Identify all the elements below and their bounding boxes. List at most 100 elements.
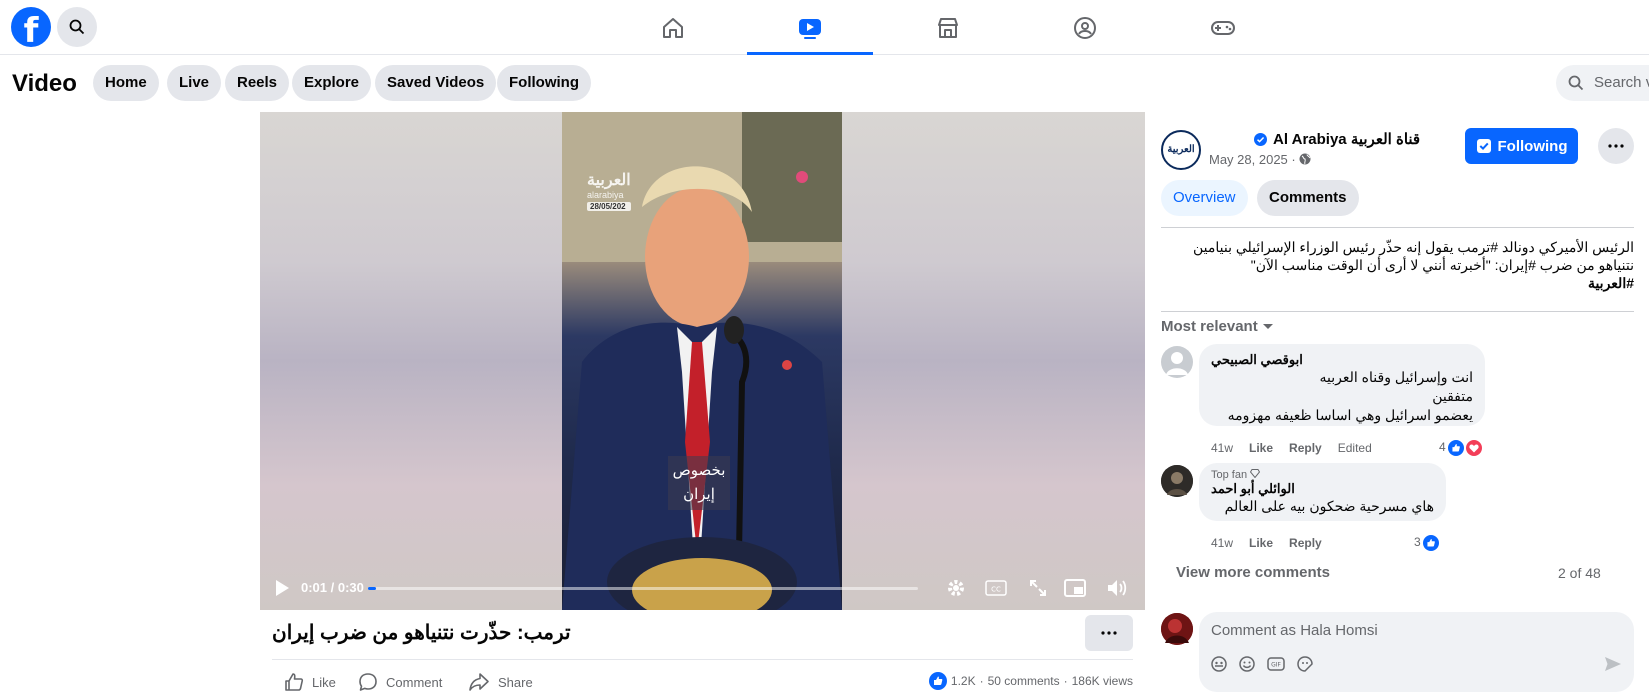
- watermark-sub: alarabiya: [587, 190, 624, 200]
- sticker-icon[interactable]: [1297, 656, 1313, 672]
- more-dots-icon: [1608, 144, 1624, 148]
- page-avatar[interactable]: العربية: [1161, 130, 1201, 170]
- diamond-icon: [1250, 469, 1261, 479]
- pill-home[interactable]: Home: [93, 65, 159, 101]
- marketplace-icon: [938, 17, 958, 38]
- comment-edited[interactable]: Edited: [1338, 441, 1372, 455]
- pill-live[interactable]: Live: [167, 65, 222, 101]
- search-videos-input[interactable]: Search vi: [1556, 65, 1649, 101]
- page-more-button[interactable]: [1598, 128, 1634, 164]
- comment-like-button[interactable]: Like: [1249, 536, 1273, 550]
- svg-text:GIF: GIF: [1271, 662, 1281, 669]
- comments-count[interactable]: 50 comments: [988, 674, 1060, 688]
- groups-icon: [1074, 16, 1096, 39]
- comment-icon: [359, 673, 377, 691]
- comment-label: Comment: [386, 674, 443, 690]
- description-hashtag[interactable]: #العربية: [1161, 274, 1634, 292]
- post-actions: Like Comment Share 1.2K · 50 comments · …: [272, 659, 1133, 695]
- right-panel: العربية Al Arabiya قناة العربية May 28, …: [1146, 112, 1649, 695]
- commenter-avatar[interactable]: [1161, 346, 1193, 378]
- comments-pagination: 2 of 48: [1558, 565, 1601, 581]
- comment-reaction-count: 3: [1414, 535, 1421, 549]
- comment-like-button[interactable]: Like: [1249, 441, 1273, 455]
- composer-input[interactable]: Comment as Hala Homsi: [1211, 622, 1378, 639]
- tab-overview[interactable]: Overview: [1161, 180, 1248, 216]
- comment-age[interactable]: 41w: [1211, 441, 1233, 455]
- nav-home[interactable]: [610, 0, 736, 55]
- commenter-name[interactable]: ابوقصي الصبيحي: [1211, 352, 1473, 368]
- nav-gaming[interactable]: [1160, 0, 1286, 55]
- avatar-photo: [1161, 465, 1193, 497]
- comment-button[interactable]: Comment: [358, 672, 442, 692]
- globe-icon: [1299, 153, 1311, 165]
- comment-reactions[interactable]: 4: [1439, 440, 1482, 456]
- share-button[interactable]: Share: [468, 672, 533, 692]
- commenter-avatar[interactable]: [1161, 465, 1193, 497]
- pill-following[interactable]: Following: [497, 65, 591, 101]
- gaming-icon: [1211, 20, 1235, 35]
- stats-separator: ·: [979, 674, 984, 688]
- nav-groups[interactable]: [1022, 0, 1148, 55]
- gif-icon[interactable]: GIF: [1267, 656, 1285, 672]
- tab-comments[interactable]: Comments: [1257, 180, 1359, 216]
- video-icon: [799, 18, 821, 39]
- comment-line: يعضمو اسرائيل وهي اساسا ظعيفه مهزومه: [1227, 407, 1473, 423]
- facebook-logo[interactable]: f: [11, 7, 51, 47]
- like-reaction-icon: [1422, 535, 1439, 551]
- video-caption: بخصوص إيران: [668, 456, 730, 510]
- top-fan-label: Top fan: [1211, 469, 1248, 481]
- like-button[interactable]: Like: [284, 672, 336, 692]
- volume-icon[interactable]: [1106, 578, 1128, 598]
- post-stats: 1.2K · 50 comments · 186K views: [928, 672, 1133, 690]
- post-more-button[interactable]: [1085, 615, 1133, 651]
- nav-marketplace[interactable]: [885, 0, 1011, 55]
- comment-reactions[interactable]: 3: [1414, 535, 1439, 551]
- top-navbar: f: [0, 0, 1649, 55]
- reactions-count[interactable]: 1.2K: [951, 674, 976, 688]
- send-icon[interactable]: [1604, 656, 1622, 672]
- fullscreen-icon[interactable]: [1029, 579, 1047, 597]
- chevron-down-icon: [1262, 324, 1273, 329]
- play-icon[interactable]: [274, 579, 290, 597]
- settings-icon[interactable]: [946, 578, 966, 598]
- comment-line: انت وإسرائيل وقناه العربيه: [1319, 369, 1473, 385]
- video-controls: 0:01 / 0:30 CC: [260, 566, 1145, 610]
- nav-video[interactable]: [747, 0, 873, 55]
- post-date-text[interactable]: May 28, 2025 ·: [1209, 152, 1296, 167]
- comment-line: متفقين: [1432, 388, 1473, 404]
- search-button[interactable]: [57, 7, 97, 47]
- page-name[interactable]: Al Arabiya قناة العربية: [1254, 130, 1420, 148]
- view-more-comments[interactable]: View more comments: [1176, 564, 1330, 581]
- commenter-name[interactable]: الوائلي أبو احمد: [1211, 481, 1434, 497]
- pill-explore[interactable]: Explore: [292, 65, 372, 101]
- progress-bar[interactable]: [368, 587, 918, 590]
- like-reaction-icon: [928, 672, 947, 690]
- following-button[interactable]: Following: [1465, 128, 1578, 164]
- my-avatar[interactable]: [1161, 613, 1193, 645]
- pip-icon[interactable]: [1064, 579, 1086, 597]
- comment-reaction-count: 4: [1439, 440, 1446, 454]
- page-name-text[interactable]: Al Arabiya قناة العربية: [1273, 130, 1420, 148]
- search-icon: [69, 19, 85, 35]
- page-title: Video: [12, 70, 77, 97]
- comment-composer[interactable]: Comment as Hala Homsi GIF: [1199, 612, 1634, 692]
- avatar-sticker-icon[interactable]: [1211, 656, 1227, 672]
- caption-line-1: بخصوص: [672, 462, 726, 479]
- description-line-2: نتنياهو من ضرب #إيران: "أخبرته أنني لا أ…: [1250, 257, 1634, 273]
- comment-age[interactable]: 41w: [1211, 536, 1233, 550]
- divider: [1161, 227, 1634, 228]
- channel-watermark: العربية alarabiya 28/05/202: [587, 170, 631, 211]
- comment-reply-button[interactable]: Reply: [1289, 441, 1322, 455]
- following-label: Following: [1497, 137, 1568, 155]
- comment-reply-button[interactable]: Reply: [1289, 536, 1322, 550]
- video-player[interactable]: العربية alarabiya 28/05/202 بخصوص إيران …: [260, 112, 1145, 610]
- pill-saved-videos[interactable]: Saved Videos: [375, 65, 497, 101]
- share-icon: [469, 673, 489, 691]
- captions-icon[interactable]: CC: [985, 580, 1007, 596]
- pill-reels[interactable]: Reels: [225, 65, 290, 101]
- sort-comments-dropdown[interactable]: Most relevant: [1161, 318, 1274, 335]
- emoji-icon[interactable]: [1239, 656, 1255, 672]
- video-subheader: Video Home Live Reels Explore Saved Vide…: [0, 56, 1649, 112]
- comment-bubble: ابوقصي الصبيحي انت وإسرائيل وقناه العربي…: [1199, 344, 1485, 426]
- love-reaction-icon: [1465, 440, 1482, 456]
